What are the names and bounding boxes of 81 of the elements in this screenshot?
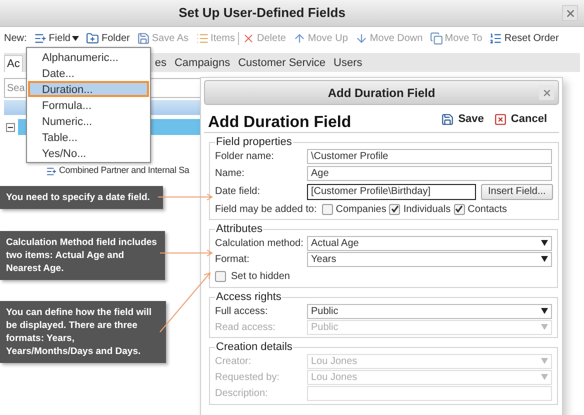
- menu-item[interactable]: Alphanumeric...: [28, 49, 149, 65]
- dropdown-arrow-icon: [541, 240, 548, 246]
- reset-order-icon: [489, 32, 502, 45]
- callout-note: Calculation Method field includes two items: Actual Age and Nearest Age.: [0, 231, 165, 280]
- close-button[interactable]: [539, 85, 554, 100]
- field-label: Full access:: [215, 304, 269, 318]
- menu-item[interactable]: Numeric...: [28, 113, 149, 129]
- select-field[interactable]: Years: [307, 252, 552, 266]
- checkbox-label: Set to hidden: [231, 270, 290, 284]
- cancel-icon: [494, 112, 507, 126]
- close-button[interactable]: [562, 5, 578, 21]
- field-label: Requested by:: [215, 370, 280, 384]
- menu-item[interactable]: Yes/No...: [28, 145, 149, 161]
- dialog-title: Add Duration Field: [328, 84, 436, 102]
- section-legend: Access rights: [215, 291, 282, 303]
- toolbar-button[interactable]: Reset Order: [489, 31, 559, 46]
- field-label: Calculation method:: [215, 236, 304, 250]
- field-label: Read access:: [215, 320, 277, 334]
- date-field[interactable]: [Customer Profile\Birthday]: [307, 184, 476, 200]
- checkbox-label: Companies: [336, 202, 386, 216]
- checkbox[interactable]: [215, 270, 226, 282]
- check-icon: [390, 205, 399, 213]
- field-label: Name:: [215, 167, 246, 181]
- tab[interactable]: Users: [332, 55, 364, 72]
- dropdown-arrow-icon: [541, 324, 548, 330]
- field-label: Format:: [215, 252, 250, 266]
- arrow-up-icon: [292, 32, 306, 45]
- tab[interactable]: es: [152, 55, 168, 72]
- tab[interactable]: Campaigns: [172, 55, 232, 72]
- close-icon: [564, 8, 576, 18]
- dropdown-arrow-icon: [541, 256, 548, 262]
- check-icon: [455, 205, 464, 213]
- field-label: Field may be added to:: [215, 202, 317, 216]
- tab[interactable]: Customer Service: [236, 55, 328, 72]
- copy-icon: [430, 32, 443, 45]
- callout-note: You need to specify a date field.: [0, 186, 163, 209]
- window-title: Set Up User-Defined Fields: [178, 4, 346, 22]
- checkbox-label: Individuals: [403, 202, 451, 216]
- save-button[interactable]: Save: [441, 111, 484, 128]
- section-legend: Creation details: [215, 341, 294, 353]
- dropdown-arrow-icon: [541, 374, 548, 380]
- checkbox[interactable]: [389, 204, 400, 214]
- list-icon: [196, 32, 209, 45]
- collapse-icon[interactable]: [6, 122, 15, 132]
- tree-item[interactable]: Combined Partner and Internal Sa: [59, 164, 190, 178]
- leader-line: [158, 194, 213, 200]
- select-field[interactable]: Actual Age: [307, 236, 552, 250]
- text-field[interactable]: Age: [307, 166, 552, 181]
- leader-line: [160, 250, 213, 256]
- field-label: Creator:: [215, 354, 252, 368]
- field-label: Description:: [215, 387, 269, 401]
- toolbar-label: New:: [4, 32, 27, 46]
- arrow-down-icon: [354, 32, 368, 45]
- insert-field-button[interactable]: Insert Field...: [481, 184, 553, 200]
- menu-item[interactable]: Table...: [28, 129, 149, 145]
- dropdown-arrow-icon: [541, 358, 548, 364]
- section-legend: Field properties: [215, 136, 293, 148]
- menu-item[interactable]: Formula...: [28, 97, 149, 113]
- dropdown-arrow-icon: [541, 308, 548, 314]
- text-field[interactable]: \Customer Profile: [307, 149, 552, 164]
- tab[interactable]: Ac: [4, 55, 23, 72]
- toolbar-button[interactable]: Folder: [86, 31, 130, 46]
- checkbox[interactable]: [322, 204, 333, 214]
- select-field[interactable]: Public: [307, 304, 552, 318]
- delete-icon: [242, 32, 255, 45]
- cancel-button[interactable]: Cancel: [494, 111, 547, 128]
- section-legend: Attributes: [215, 223, 264, 235]
- leader-line: [160, 272, 211, 332]
- list-plus-icon: [34, 32, 47, 45]
- toolbar-button[interactable]: Field: [34, 31, 80, 46]
- dialog-heading: Add Duration Field: [208, 113, 352, 133]
- close-icon: [542, 88, 552, 98]
- folder-plus-icon: [86, 32, 100, 45]
- callout-note: You can define how the field will be displayed. There are three formats: Years, Years/Months/Days and Days.: [0, 301, 166, 363]
- menu-item[interactable]: Date...: [28, 65, 149, 81]
- field-label: Folder name:: [215, 150, 275, 164]
- field-label: Date field:: [215, 185, 262, 199]
- field-icon: [46, 166, 57, 176]
- menu-item[interactable]: Duration...: [28, 81, 149, 97]
- checkbox-label: Contacts: [468, 202, 508, 216]
- checkbox[interactable]: [454, 204, 465, 214]
